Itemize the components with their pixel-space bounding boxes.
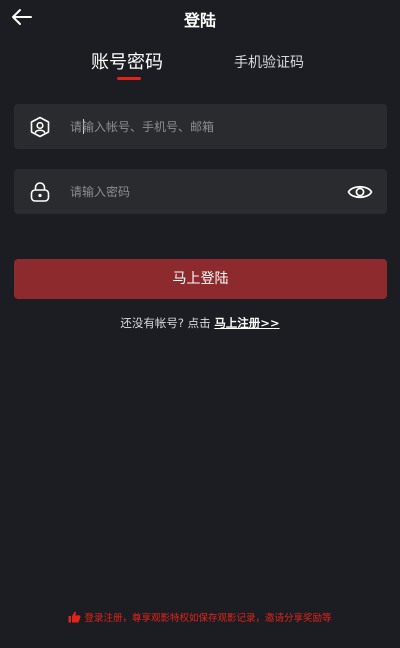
footer-notice: 登录注册，尊享观影特权如保存观影记录，邀请分享奖励等	[0, 610, 400, 624]
password-input[interactable]	[70, 169, 350, 214]
account-input[interactable]	[70, 104, 350, 149]
tab-account-password[interactable]: 账号密码	[91, 48, 163, 74]
login-page: 登陆 账号密码 手机验证码 马上登陆 还没有帐号? 点击 马上注册>>	[0, 0, 400, 648]
password-field[interactable]	[14, 169, 387, 214]
login-tabs: 账号密码 手机验证码	[0, 48, 400, 84]
lock-icon	[30, 182, 50, 202]
user-shield-icon	[30, 116, 50, 138]
tab-phone-code[interactable]: 手机验证码	[234, 52, 304, 72]
register-link[interactable]: 马上注册>>	[214, 316, 279, 330]
register-prompt-line: 还没有帐号? 点击 马上注册>>	[0, 315, 400, 331]
register-prompt-text: 还没有帐号? 点击	[120, 316, 211, 330]
tab-active-indicator	[117, 77, 141, 80]
account-field[interactable]	[14, 104, 387, 149]
eye-icon[interactable]	[347, 179, 373, 205]
thumbs-up-icon	[68, 611, 81, 623]
header: 登陆	[0, 0, 400, 36]
footer-notice-text: 登录注册，尊享观影特权如保存观影记录，邀请分享奖励等	[84, 613, 332, 624]
page-title: 登陆	[183, 11, 216, 30]
login-button[interactable]: 马上登陆	[14, 259, 387, 299]
